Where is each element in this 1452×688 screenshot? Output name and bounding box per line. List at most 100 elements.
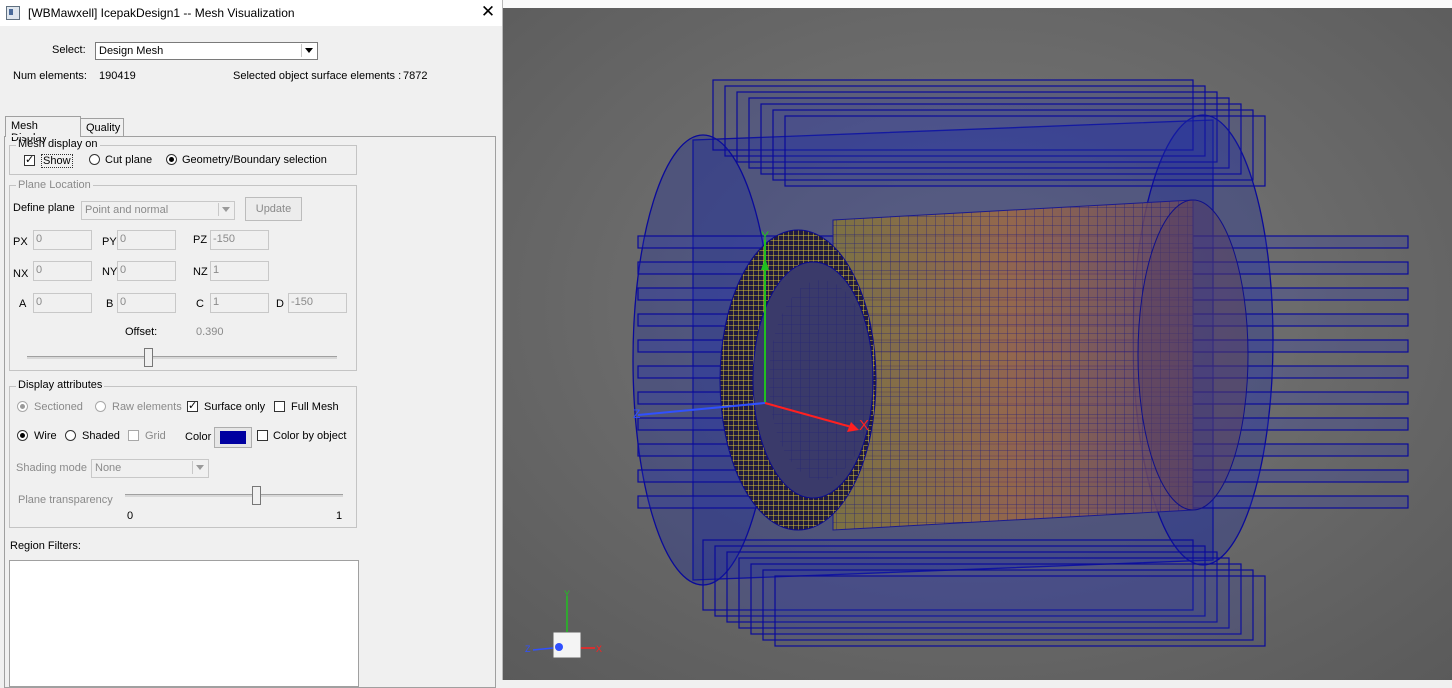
cube-y-label: Y <box>564 589 570 599</box>
raw-elements-radio[interactable] <box>95 401 106 412</box>
transparency-slider-thumb[interactable] <box>251 486 261 505</box>
mesh-visualization-dialog: [WBMawxell] IcepakDesign1 -- Mesh Visual… <box>0 0 503 688</box>
tab-mesh-display[interactable]: Mesh Display <box>5 116 81 144</box>
shading-mode-value: None <box>95 462 122 474</box>
selected-surface-value: 7872 <box>403 70 428 82</box>
py-field[interactable]: 0 <box>117 230 176 250</box>
close-icon[interactable]: ✕ <box>478 2 498 22</box>
surface-only-label: Surface only <box>204 401 266 413</box>
triad-z-label: Z <box>633 407 640 421</box>
wire-label: Wire <box>34 430 57 442</box>
px-field[interactable]: 0 <box>33 230 92 250</box>
px-label: PX <box>13 236 28 248</box>
transparency-max-label: 1 <box>336 510 343 522</box>
mesh-view-canvas[interactable]: X Y Z Y X Z <box>503 0 1452 680</box>
update-button[interactable]: Update <box>245 197 302 221</box>
chevron-down-icon <box>192 461 207 474</box>
color-by-object-checkbox[interactable] <box>257 430 268 441</box>
selected-surface-label: Selected object surface elements : <box>233 70 402 82</box>
pz-field[interactable]: -150 <box>210 230 269 250</box>
grid-checkbox[interactable] <box>128 430 139 441</box>
nx-label: NX <box>13 268 29 280</box>
show-label: Show <box>41 154 73 168</box>
pz-label: PZ <box>193 234 208 246</box>
c-label: C <box>196 298 204 310</box>
c-value: 1 <box>213 296 220 308</box>
viewport-top-strip <box>503 0 1452 8</box>
define-plane-value: Point and normal <box>85 204 169 216</box>
ny-label: NY <box>102 266 118 278</box>
tab-connector <box>6 135 80 137</box>
c-field[interactable]: 1 <box>210 293 269 313</box>
offset-slider-track[interactable] <box>27 356 337 359</box>
cube-z-label: Z <box>525 644 531 654</box>
show-checkbox[interactable] <box>24 153 35 166</box>
top-fin <box>784 115 1266 187</box>
chevron-down-icon <box>218 203 233 216</box>
d-field[interactable]: -150 <box>288 293 347 313</box>
shaded-radio[interactable] <box>65 430 76 441</box>
plane-location-title: Plane Location <box>16 179 93 191</box>
color-label: Color <box>185 431 212 443</box>
py-value: 0 <box>120 233 127 245</box>
region-filters-label: Region Filters: <box>10 540 81 552</box>
cut-plane-label: Cut plane <box>105 154 153 166</box>
window-title: [WBMawxell] IcepakDesign1 -- Mesh Visual… <box>28 6 295 20</box>
app-icon <box>6 6 20 20</box>
title-bar[interactable]: [WBMawxell] IcepakDesign1 -- Mesh Visual… <box>0 0 502 26</box>
bottom-fin <box>774 575 1266 647</box>
define-plane-dropdown[interactable]: Point and normal <box>81 201 235 220</box>
plane-transparency-label: Plane transparency <box>18 494 113 506</box>
transparency-min-label: 0 <box>127 510 134 522</box>
geometry-boundary-radio[interactable] <box>166 154 177 165</box>
nz-label: NZ <box>193 266 208 278</box>
geometry-boundary-label: Geometry/Boundary selection <box>182 154 327 166</box>
select-dropdown[interactable]: Design Mesh <box>95 42 318 60</box>
a-label: A <box>19 298 27 310</box>
d-label: D <box>276 298 284 310</box>
sectioned-label: Sectioned <box>34 401 83 413</box>
full-mesh-checkbox[interactable] <box>274 401 285 412</box>
chevron-down-icon <box>301 44 316 57</box>
offset-slider-thumb[interactable] <box>143 348 153 367</box>
color-button[interactable] <box>214 427 252 448</box>
rotor-core <box>832 199 1249 531</box>
ny-value: 0 <box>120 264 127 276</box>
shaded-label: Shaded <box>82 430 120 442</box>
d-value: -150 <box>291 296 314 308</box>
full-mesh-label: Full Mesh <box>291 401 339 413</box>
nx-value: 0 <box>36 264 43 276</box>
nz-value: 1 <box>213 264 220 276</box>
ny-field[interactable]: 0 <box>117 261 176 281</box>
a-value: 0 <box>36 296 43 308</box>
wire-radio[interactable] <box>17 430 28 441</box>
num-elements-label: Num elements: <box>13 70 87 82</box>
sectioned-radio[interactable] <box>17 401 28 412</box>
grid-label: Grid <box>145 430 166 442</box>
3d-viewport[interactable]: X Y Z Y X Z <box>503 0 1452 680</box>
cut-plane-radio[interactable] <box>89 154 100 165</box>
b-field[interactable]: 0 <box>117 293 176 313</box>
pz-value: -150 <box>213 233 236 245</box>
py-label: PY <box>102 236 117 248</box>
triad-x-label: X <box>859 417 869 434</box>
a-field[interactable]: 0 <box>33 293 92 313</box>
region-filters-list[interactable] <box>9 560 359 687</box>
num-elements-value: 190419 <box>99 70 136 82</box>
transparency-slider-track[interactable] <box>125 494 343 497</box>
offset-label: Offset: <box>125 326 158 338</box>
px-value: 0 <box>36 233 43 245</box>
stator-front-face <box>719 229 877 531</box>
shading-mode-label: Shading mode <box>16 462 87 474</box>
define-plane-label: Define plane <box>13 202 75 214</box>
offset-value: 0.390 <box>196 326 224 338</box>
select-value: Design Mesh <box>99 45 164 57</box>
nz-field[interactable]: 1 <box>210 261 269 281</box>
nx-field[interactable]: 0 <box>33 261 92 281</box>
b-label: B <box>106 298 114 310</box>
tab-quality[interactable]: Quality <box>80 118 124 136</box>
shading-mode-dropdown[interactable]: None <box>91 459 209 478</box>
surface-only-checkbox[interactable] <box>187 399 198 412</box>
raw-elements-label: Raw elements <box>112 401 182 413</box>
color-swatch <box>220 431 246 444</box>
